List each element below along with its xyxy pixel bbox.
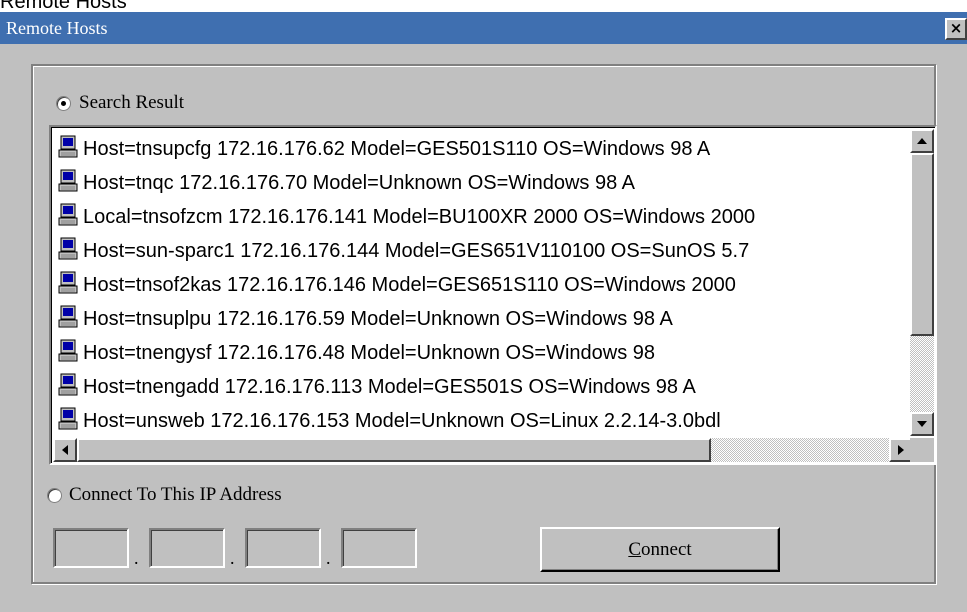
- computer-icon: [57, 135, 79, 159]
- host-list-item[interactable]: Host=tnsof2kas 172.16.176.146 Model=GES6…: [57, 269, 736, 299]
- host-list-item[interactable]: Host=tnsupcfg 172.16.176.62 Model=GES501…: [57, 133, 710, 163]
- host-entry-text: Host=tnengadd 172.16.176.113 Model=GES50…: [83, 375, 696, 398]
- host-list: Host=tnsupcfg 172.16.176.62 Model=GES501…: [53, 129, 915, 436]
- background-text: Remote Hosts: [0, 0, 127, 12]
- background-document-text: Remote Hosts: [0, 0, 967, 12]
- close-icon: ×: [949, 19, 963, 37]
- computer-icon: [57, 339, 79, 363]
- scrollbar-corner: [910, 438, 934, 462]
- ip-octet-4-field[interactable]: [341, 528, 417, 568]
- host-list-item[interactable]: Local=tnsofzcm 172.16.176.141 Model=BU10…: [57, 201, 755, 231]
- host-list-item[interactable]: Host=unsweb 172.16.176.153 Model=Unknown…: [57, 405, 721, 435]
- computer-icon: [57, 203, 79, 227]
- vertical-scrollbar[interactable]: [910, 129, 934, 436]
- connect-button[interactable]: Connect: [540, 527, 780, 572]
- computer-icon: [57, 271, 79, 295]
- connect-ip-radio[interactable]: [47, 488, 62, 503]
- host-entry-text: Host=sun-sparc1 172.16.176.144 Model=GES…: [83, 239, 750, 262]
- host-entry-text: Host=tnsuplpu 172.16.176.59 Model=Unknow…: [83, 307, 673, 330]
- scroll-up-button[interactable]: [910, 129, 934, 153]
- hscroll-track[interactable]: [711, 438, 889, 462]
- host-entry-text: Host=unsweb 172.16.176.153 Model=Unknown…: [83, 409, 721, 432]
- arrow-down-icon: [917, 421, 927, 427]
- horizontal-scroll-thumb[interactable]: [77, 438, 711, 462]
- host-entry-text: Host=tnqc 172.16.176.70 Model=Unknown OS…: [83, 171, 636, 194]
- scroll-left-button[interactable]: [53, 438, 77, 462]
- connect-label: onnect: [641, 539, 692, 560]
- scroll-track[interactable]: [910, 336, 934, 412]
- window-title: Remote Hosts: [6, 18, 108, 38]
- host-list-item[interactable]: Host=sun-sparc1 172.16.176.144 Model=GES…: [57, 235, 749, 265]
- computer-icon: [57, 407, 79, 431]
- arrow-up-icon: [917, 138, 927, 144]
- ip-octet-2-field[interactable]: [149, 528, 225, 568]
- host-list-item[interactable]: Host=tnsuplpu 172.16.176.59 Model=Unknow…: [57, 303, 673, 333]
- computer-icon: [57, 237, 79, 261]
- arrow-right-icon: [898, 445, 904, 455]
- ip-separator: .: [134, 548, 139, 568]
- ip-octet-3-field[interactable]: [245, 528, 321, 568]
- host-entry-text: Host=tnengysf 172.16.176.48 Model=Unknow…: [83, 341, 656, 364]
- connect-mnemonic: C: [628, 539, 642, 560]
- vertical-scroll-thumb[interactable]: [910, 153, 934, 336]
- close-button[interactable]: ×: [945, 18, 967, 40]
- computer-icon: [57, 373, 79, 397]
- horizontal-scrollbar[interactable]: [53, 438, 913, 462]
- search-result-label[interactable]: Search Result: [79, 92, 184, 114]
- connect-ip-label[interactable]: Connect To This IP Address: [69, 484, 282, 506]
- ip-separator: .: [326, 548, 331, 568]
- search-result-radio[interactable]: [56, 96, 71, 111]
- arrow-left-icon: [62, 445, 68, 455]
- ip-octet-1-field[interactable]: [53, 528, 129, 568]
- host-entry-text: Local=tnsofzcm 172.16.176.141 Model=BU10…: [83, 205, 756, 228]
- ip-separator: .: [230, 548, 235, 568]
- radio-dot: [61, 101, 66, 106]
- computer-icon: [57, 305, 79, 329]
- computer-icon: [57, 169, 79, 193]
- host-entry-text: Host=tnsupcfg 172.16.176.62 Model=GES501…: [83, 137, 711, 160]
- title-bar[interactable]: Remote Hosts ×: [0, 12, 967, 44]
- scroll-down-button[interactable]: [910, 412, 934, 436]
- host-entry-text: Host=tnsof2kas 172.16.176.146 Model=GES6…: [83, 273, 736, 296]
- host-list-item[interactable]: Host=tnengadd 172.16.176.113 Model=GES50…: [57, 371, 696, 401]
- host-list-item[interactable]: Host=tnqc 172.16.176.70 Model=Unknown OS…: [57, 167, 635, 197]
- host-listbox[interactable]: Host=tnsupcfg 172.16.176.62 Model=GES501…: [49, 125, 937, 465]
- host-list-item[interactable]: Host=tnengysf 172.16.176.48 Model=Unknow…: [57, 337, 655, 367]
